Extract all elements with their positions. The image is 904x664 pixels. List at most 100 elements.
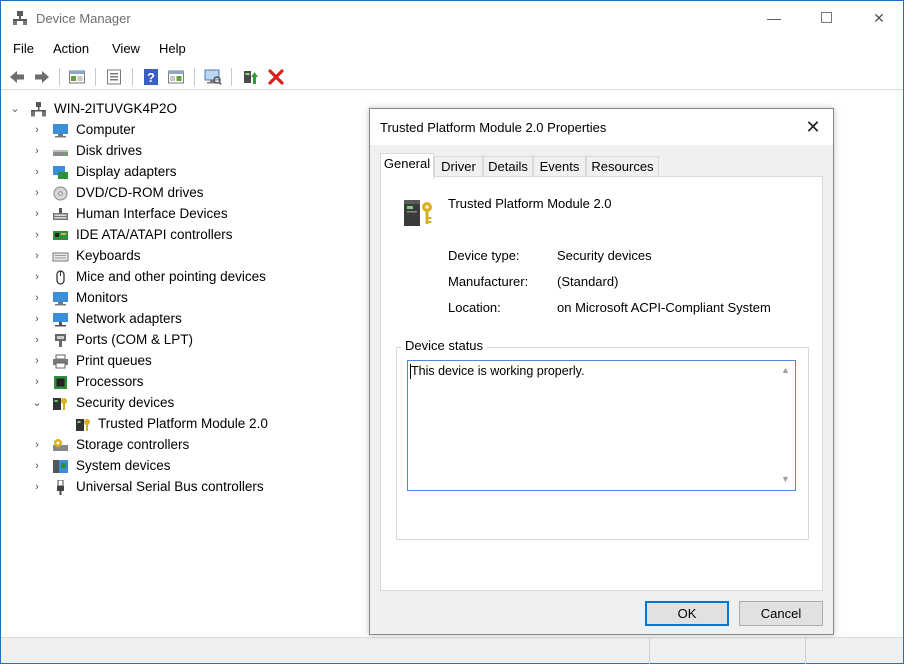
tab-details[interactable]: Details xyxy=(483,156,533,177)
tree-item-computer[interactable]: › Computer xyxy=(1,120,371,141)
device-manager-app-icon xyxy=(13,11,27,25)
storage-controller-icon xyxy=(53,439,68,451)
show-hide-console-tree-icon[interactable] xyxy=(68,68,86,86)
ok-button[interactable]: OK xyxy=(645,601,729,626)
monitor-icon xyxy=(53,292,68,306)
chevron-right-icon[interactable]: › xyxy=(32,144,42,158)
tree-item-system-devices[interactable]: › System devices xyxy=(1,456,371,477)
chevron-right-icon[interactable]: › xyxy=(32,249,42,263)
menu-action[interactable]: Action xyxy=(53,41,89,56)
close-window-button[interactable]: ✕ xyxy=(856,1,902,35)
tree-item-label: Trusted Platform Module 2.0 xyxy=(98,416,268,431)
device-status-textbox[interactable]: This device is working properly. ▲ ▼ xyxy=(407,360,796,491)
menu-view[interactable]: View xyxy=(112,41,140,56)
properties-dialog: Trusted Platform Module 2.0 Properties ✕… xyxy=(369,108,834,635)
tree-item-network-adapters[interactable]: › Network adapters xyxy=(1,309,371,330)
tree-item-usb-controllers[interactable]: › Universal Serial Bus controllers xyxy=(1,477,371,498)
tree-item-hid[interactable]: › Human Interface Devices xyxy=(1,204,371,225)
update-driver-icon[interactable] xyxy=(241,68,259,86)
tpm-large-icon xyxy=(404,200,432,226)
menu-help[interactable]: Help xyxy=(159,41,186,56)
chevron-right-icon[interactable]: › xyxy=(32,228,42,242)
minimize-button[interactable]: — xyxy=(751,1,797,35)
tab-events[interactable]: Events xyxy=(533,156,586,177)
help-icon[interactable]: ? xyxy=(142,68,160,86)
chevron-right-icon[interactable]: › xyxy=(32,354,42,368)
chevron-right-icon[interactable]: › xyxy=(32,123,42,137)
scan-hardware-icon[interactable] xyxy=(204,68,222,86)
toolbar-separator xyxy=(231,68,232,86)
menu-file[interactable]: File xyxy=(13,41,34,56)
tree-item-display-adapters[interactable]: › Display adapters xyxy=(1,162,371,183)
tree-item-ide-controllers[interactable]: › IDE ATA/ATAPI controllers xyxy=(1,225,371,246)
manufacturer-value: (Standard) xyxy=(557,274,619,289)
maximize-button[interactable] xyxy=(803,1,849,35)
display-adapter-icon xyxy=(53,166,68,179)
tree-item-label: Keyboards xyxy=(76,248,141,263)
chevron-right-icon[interactable]: › xyxy=(32,207,42,221)
tree-item-print-queues[interactable]: › Print queues xyxy=(1,351,371,372)
forward-icon[interactable] xyxy=(33,68,51,86)
chevron-right-icon[interactable]: › xyxy=(32,375,42,389)
tree-item-processors[interactable]: › Processors xyxy=(1,372,371,393)
chevron-right-icon[interactable]: › xyxy=(32,270,42,284)
tree-item-label: Disk drives xyxy=(76,143,143,158)
tree-item-label: Storage controllers xyxy=(76,437,190,452)
location-label: Location: xyxy=(448,300,501,315)
tree-item-security-devices[interactable]: ⌄ Security devices xyxy=(1,393,371,414)
tree-item-label: Processors xyxy=(76,374,144,389)
chevron-right-icon[interactable]: › xyxy=(32,165,42,179)
chevron-right-icon[interactable]: › xyxy=(32,480,42,494)
toolbar-separator xyxy=(59,68,60,86)
toolbar-separator xyxy=(132,68,133,86)
tree-item-keyboards[interactable]: › Keyboards xyxy=(1,246,371,267)
device-status-text: This device is working properly. xyxy=(411,364,585,378)
action-pane-icon[interactable] xyxy=(167,68,185,86)
tree-item-tpm[interactable]: Trusted Platform Module 2.0 xyxy=(1,414,371,435)
scroll-down-icon[interactable]: ▼ xyxy=(781,474,790,484)
tree-root[interactable]: ⌄ WIN-2ITUVGK4P2O xyxy=(1,99,371,120)
device-status-group-title: Device status xyxy=(401,338,488,353)
tree-item-label: Display adapters xyxy=(76,164,177,179)
keyboard-icon xyxy=(52,252,69,262)
chevron-down-icon[interactable]: ⌄ xyxy=(32,396,42,410)
chevron-right-icon[interactable]: › xyxy=(32,291,42,305)
security-device-icon xyxy=(53,398,67,410)
scroll-up-icon[interactable]: ▲ xyxy=(781,365,790,375)
chevron-right-icon[interactable]: › xyxy=(32,312,42,326)
tree-item-label: Universal Serial Bus controllers xyxy=(76,479,264,494)
general-tab-panel: Trusted Platform Module 2.0 Device type:… xyxy=(380,176,823,591)
back-icon[interactable] xyxy=(8,68,26,86)
tree-item-monitors[interactable]: › Monitors xyxy=(1,288,371,309)
tab-general[interactable]: General xyxy=(380,153,434,179)
device-type-value: Security devices xyxy=(557,248,652,263)
status-scrollbar[interactable]: ▲ ▼ xyxy=(778,361,795,490)
tab-driver[interactable]: Driver xyxy=(434,156,483,177)
tree-item-label: DVD/CD-ROM drives xyxy=(76,185,204,200)
cancel-button[interactable]: Cancel xyxy=(739,601,823,626)
device-name: Trusted Platform Module 2.0 xyxy=(448,196,612,211)
chevron-down-icon[interactable]: ⌄ xyxy=(10,102,20,116)
dialog-close-button[interactable]: ✕ xyxy=(793,113,833,141)
tree-item-mice[interactable]: › Mice and other pointing devices xyxy=(1,267,371,288)
tree-item-ports[interactable]: › Ports (COM & LPT) xyxy=(1,330,371,351)
tpm-icon xyxy=(76,419,90,431)
hid-icon xyxy=(53,208,68,220)
chevron-right-icon[interactable]: › xyxy=(32,438,42,452)
tree-item-storage-controllers[interactable]: › Storage controllers xyxy=(1,435,371,456)
window-title: Device Manager xyxy=(36,11,131,26)
chevron-right-icon[interactable]: › xyxy=(32,459,42,473)
tree-item-label: Network adapters xyxy=(76,311,182,326)
chevron-right-icon[interactable]: › xyxy=(32,186,42,200)
tree-item-dvd-drives[interactable]: › DVD/CD-ROM drives xyxy=(1,183,371,204)
usb-icon xyxy=(57,480,64,495)
tree-item-disk-drives[interactable]: › Disk drives xyxy=(1,141,371,162)
tab-resources[interactable]: Resources xyxy=(586,156,659,177)
status-bar-segment xyxy=(649,638,805,664)
manufacturer-label: Manufacturer: xyxy=(448,274,529,289)
system-device-icon xyxy=(53,460,68,473)
chevron-right-icon[interactable]: › xyxy=(32,333,42,347)
maximize-icon xyxy=(820,12,832,24)
properties-icon[interactable] xyxy=(105,68,123,86)
uninstall-device-icon[interactable] xyxy=(267,68,285,86)
